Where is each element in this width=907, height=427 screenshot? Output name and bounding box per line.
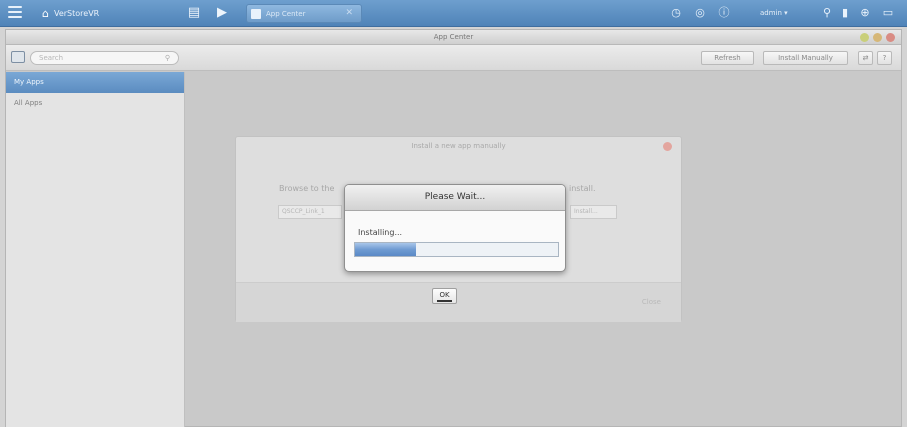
help-icon[interactable]: ? xyxy=(877,51,892,65)
install-dialog-title: Install a new app manually xyxy=(411,142,506,150)
file-path-field[interactable]: QSCCP_Link_1 xyxy=(278,205,342,219)
browse-instruction: Browse to the xyxy=(279,184,335,193)
install-progress-bar xyxy=(354,242,559,257)
sidebar-item-my-apps[interactable]: My Apps xyxy=(6,72,184,93)
app-center-icon xyxy=(251,8,261,19)
browse-button[interactable]: Install... xyxy=(570,205,617,219)
home-icon: ⌂ xyxy=(42,7,49,20)
settings-icon[interactable]: ⇄ xyxy=(858,51,873,65)
window-titlebar: App Center xyxy=(6,30,901,45)
installing-message: Installing... xyxy=(358,228,403,237)
tab-app-center-label: App Center xyxy=(266,9,306,18)
view-toggle-icon[interactable] xyxy=(11,51,25,63)
install-dialog-close-icon[interactable] xyxy=(663,142,672,151)
ok-button[interactable]: OK xyxy=(432,288,457,304)
home-button[interactable]: ⌂ VerStoreVR xyxy=(34,3,179,24)
play-icon[interactable]: ▶ xyxy=(214,4,230,22)
toolbar: Search ⚲ Refresh Install Manually ⇄ ? xyxy=(6,45,901,71)
please-wait-title: Please Wait... xyxy=(345,185,565,211)
taskbar: ⌂ VerStoreVR ▤ ▶ App Center ✕ ◷ ◎ ⓘ admi… xyxy=(0,0,907,27)
home-label: VerStoreVR xyxy=(53,9,100,18)
sidebar-item-all-apps[interactable]: All Apps xyxy=(6,93,184,114)
user-menu[interactable]: admin ▾ xyxy=(760,4,788,22)
install-dialog-footer: Close xyxy=(236,282,681,322)
monitor-icon[interactable]: ▭ xyxy=(880,4,896,22)
maximize-button[interactable] xyxy=(873,33,882,42)
refresh-button[interactable]: Refresh xyxy=(701,51,754,65)
search-icon[interactable]: ⚲ xyxy=(820,4,834,22)
ok-label: OK xyxy=(439,291,450,299)
install-instruction: install. xyxy=(569,184,596,193)
network-icon[interactable]: ⊕ xyxy=(858,4,872,22)
please-wait-dialog: Please Wait... Installing... xyxy=(344,184,566,272)
bookmark-icon[interactable]: ▮ xyxy=(838,4,852,22)
search-input[interactable]: Search ⚲ xyxy=(30,51,179,65)
info-icon[interactable]: ⓘ xyxy=(716,4,732,22)
main-menu-icon[interactable] xyxy=(8,6,22,20)
clock-icon[interactable]: ◷ xyxy=(668,4,684,22)
desktop-icon[interactable]: ▤ xyxy=(185,4,203,22)
minimize-button[interactable] xyxy=(860,33,869,42)
dashboard-icon[interactable]: ◎ xyxy=(692,4,708,22)
tab-app-center[interactable]: App Center ✕ xyxy=(246,4,362,23)
tab-close-icon[interactable]: ✕ xyxy=(345,8,353,18)
window-close-button[interactable] xyxy=(886,33,895,42)
install-manually-button[interactable]: Install Manually xyxy=(763,51,848,65)
search-field-icon: ⚲ xyxy=(164,54,170,62)
search-placeholder: Search xyxy=(39,54,64,62)
close-button[interactable]: Close xyxy=(642,298,661,306)
username-label: admin xyxy=(760,9,782,17)
progress-fill xyxy=(355,243,416,256)
sidebar: My Apps All Apps xyxy=(6,72,185,427)
window-title: App Center xyxy=(433,33,474,41)
